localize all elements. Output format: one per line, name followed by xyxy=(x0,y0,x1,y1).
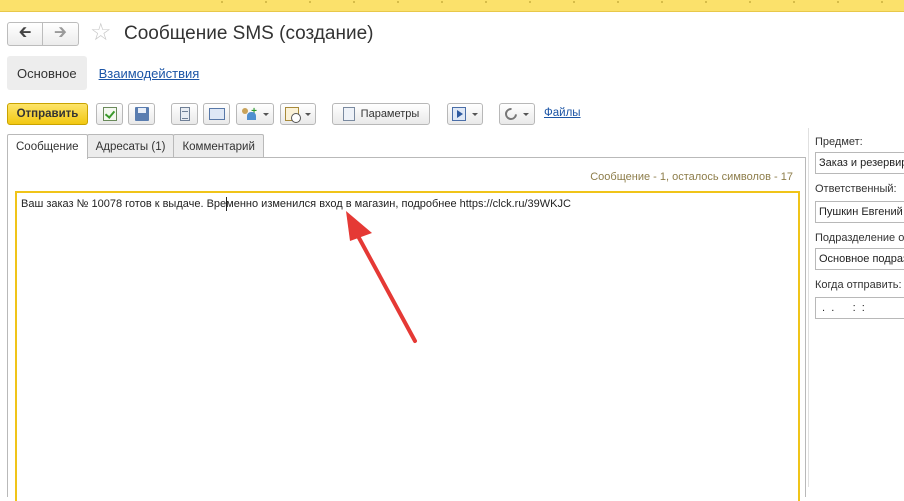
section-main[interactable]: Основное xyxy=(7,56,87,90)
text-cursor xyxy=(226,197,227,211)
clock-document-icon xyxy=(285,107,301,123)
tab-message[interactable]: Сообщение xyxy=(7,134,88,159)
subject-field[interactable]: Заказ и резервир xyxy=(815,152,904,174)
post-and-close-button[interactable] xyxy=(96,103,123,125)
forward-arrow-icon xyxy=(452,107,466,121)
tab-recipients[interactable]: Адресаты (1) xyxy=(86,134,175,158)
department-field[interactable]: Основное подраз xyxy=(815,248,904,270)
parameters-button[interactable]: Параметры xyxy=(332,103,430,125)
template-button[interactable] xyxy=(203,103,230,125)
history-navigation: 🡰 🡲 xyxy=(7,22,79,46)
send-button[interactable]: Отправить xyxy=(7,103,88,125)
subject-label: Предмет: xyxy=(815,136,863,148)
favorite-star-icon[interactable]: ☆ xyxy=(90,21,112,45)
paperclip-icon xyxy=(502,105,520,123)
top-window-bar xyxy=(0,0,904,12)
responsible-field[interactable]: Пушкин Евгений xyxy=(815,201,904,223)
tab-comment[interactable]: Комментарий xyxy=(173,134,264,158)
back-button[interactable]: 🡰 xyxy=(7,22,43,46)
save-icon xyxy=(134,107,149,121)
chevron-down-icon xyxy=(263,112,269,116)
files-link[interactable]: Файлы xyxy=(544,107,581,119)
message-text: Ваш заказ № 10078 готов к выдаче. Времен… xyxy=(21,198,571,210)
document-icon xyxy=(179,107,190,121)
section-interactions-link[interactable]: Взаимодействия xyxy=(99,66,200,81)
send-time-label: Когда отправить: xyxy=(815,279,902,291)
department-label: Подразделение от xyxy=(815,232,904,244)
arrow-head xyxy=(346,211,372,241)
parameters-icon xyxy=(342,107,355,121)
forward-message-button[interactable] xyxy=(447,103,483,125)
character-counter: Сообщение - 1, осталось символов - 17 xyxy=(590,171,793,183)
forward-button[interactable]: 🡲 xyxy=(43,22,79,46)
document-button[interactable] xyxy=(171,103,198,125)
arrow-right-icon: 🡲 xyxy=(54,23,67,41)
chevron-down-icon xyxy=(472,112,478,116)
page-title: Сообщение SMS (создание) xyxy=(124,23,374,44)
grid-icon xyxy=(208,108,225,120)
parameters-label: Параметры xyxy=(360,108,420,120)
attachments-button[interactable] xyxy=(499,103,535,125)
reminder-button[interactable] xyxy=(280,103,316,125)
arrow-left-icon: 🡰 xyxy=(18,23,32,41)
responsible-label: Ответственный: xyxy=(815,183,897,195)
section-navigation: Основное Взаимодействия xyxy=(7,56,199,90)
check-icon xyxy=(102,107,117,121)
add-users-icon: + xyxy=(241,107,257,121)
top-bar-pattern xyxy=(200,0,904,4)
chevron-down-icon xyxy=(523,112,529,116)
send-time-field[interactable]: . . : : xyxy=(815,297,904,319)
save-button[interactable] xyxy=(128,103,155,125)
chevron-down-icon xyxy=(305,112,311,116)
sidebar-divider xyxy=(808,128,809,487)
red-arrow-annotation xyxy=(346,211,417,343)
tab-bar: Сообщение Адресаты (1) Комментарий xyxy=(7,134,264,159)
create-based-on-button[interactable]: + xyxy=(236,103,274,125)
arrow-shaft xyxy=(350,223,417,343)
